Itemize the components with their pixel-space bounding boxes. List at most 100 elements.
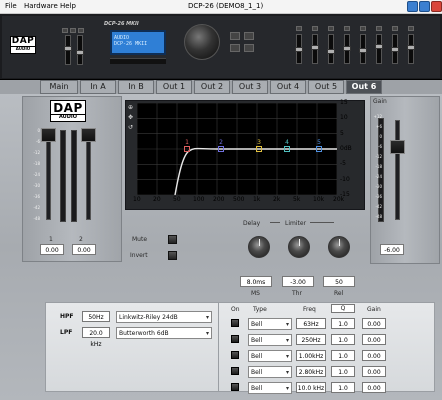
hw-button[interactable] — [344, 26, 350, 31]
hw-button[interactable] — [312, 26, 318, 31]
eq-band-frequency[interactable]: 2.80kHz — [296, 366, 326, 377]
reset-tool-icon[interactable]: ↺ — [127, 124, 134, 131]
gain-scale-label: -48 — [375, 214, 382, 219]
eq-band-type-select[interactable]: Bell ▾ — [248, 350, 292, 362]
hw-fader[interactable] — [343, 34, 351, 64]
eq-band-q[interactable]: 1.0 — [331, 334, 355, 345]
release-knob[interactable] — [328, 236, 350, 258]
eq-band-on-button[interactable] — [231, 383, 239, 391]
eq-band-type-select[interactable]: Bell ▾ — [248, 334, 292, 346]
eq-band-on-button[interactable] — [231, 367, 239, 375]
menu-hardware[interactable]: Hardware — [24, 2, 58, 10]
invert-button[interactable] — [168, 251, 177, 260]
gain-fader-track — [395, 120, 400, 220]
lpf-label: LPF — [60, 329, 73, 336]
gain-value[interactable]: -6.00 — [380, 244, 404, 255]
eq-band-gain[interactable]: 0.00 — [362, 366, 386, 377]
hw-button[interactable] — [408, 26, 414, 31]
hw-fader[interactable] — [407, 34, 415, 64]
level-meter-1 — [60, 130, 66, 222]
hw-button[interactable] — [62, 28, 68, 33]
eq-band-type-select[interactable]: Bell ▾ — [248, 318, 292, 330]
restore-icon[interactable] — [419, 1, 430, 12]
channel-1-value[interactable]: 0.00 — [40, 244, 64, 255]
tab-out-6[interactable]: Out 6 — [346, 80, 382, 94]
gain-fader-handle[interactable] — [390, 140, 405, 154]
pan-tool-icon[interactable]: ✥ — [127, 114, 134, 121]
delay-knob[interactable] — [248, 236, 270, 258]
input-fader-1-handle[interactable] — [41, 128, 56, 142]
graph-x-tick-label: 50 — [173, 196, 181, 203]
tab-in-b[interactable]: In B — [118, 80, 154, 94]
eq-band-q[interactable]: 1.0 — [331, 382, 355, 393]
eq-band-on-button[interactable] — [231, 335, 239, 343]
tab-out-3[interactable]: Out 3 — [232, 80, 268, 94]
hw-fader[interactable] — [391, 34, 399, 64]
zoom-tool-icon[interactable]: ⊕ — [127, 104, 134, 111]
hw-button[interactable] — [296, 26, 302, 31]
hw-fader[interactable] — [359, 34, 367, 64]
close-icon[interactable] — [431, 1, 442, 12]
hw-fader[interactable] — [327, 34, 335, 64]
eq-graph[interactable]: 1 2 3 4 5 — [137, 103, 337, 195]
tab-out-2[interactable]: Out 2 — [194, 80, 230, 94]
release-value[interactable]: 50 — [323, 276, 355, 287]
eq-band-on-button[interactable] — [231, 319, 239, 327]
delay-value[interactable]: 8.0ms — [240, 276, 272, 287]
menu-file[interactable]: File — [5, 2, 17, 10]
tab-out-5[interactable]: Out 5 — [308, 80, 344, 94]
eq-band-q[interactable]: 1.0 — [331, 318, 355, 329]
mute-button[interactable] — [168, 235, 177, 244]
eq-band-gain[interactable]: 0.00 — [362, 382, 386, 393]
eq-band-type-select[interactable]: Bell ▾ — [248, 366, 292, 378]
tab-in-a[interactable]: In A — [80, 80, 116, 94]
hpf-frequency[interactable]: 50Hz — [82, 311, 110, 322]
input-fader-2-handle[interactable] — [81, 128, 96, 142]
channel-2-value[interactable]: 0.00 — [72, 244, 96, 255]
hw-button[interactable] — [70, 28, 76, 33]
hw-fader[interactable] — [375, 34, 383, 64]
hw-button[interactable] — [392, 26, 398, 31]
eq-band-frequency[interactable]: 250Hz — [296, 334, 326, 345]
eq-band-gain[interactable]: 0.00 — [362, 334, 386, 345]
threshold-knob[interactable] — [288, 236, 310, 258]
eq-band-on-button[interactable] — [231, 351, 239, 359]
hw-button[interactable] — [230, 44, 240, 52]
tab-out-4[interactable]: Out 4 — [270, 80, 306, 94]
frequency-response-curve — [174, 147, 337, 195]
delay-label: Delay — [243, 220, 261, 227]
eq-band-frequency[interactable]: 1.00kHz — [296, 350, 326, 361]
hpf-type-select[interactable]: Linkwitz-Riley 24dB ▾ — [116, 311, 212, 323]
lpf-type-select[interactable]: Butterworth 6dB ▾ — [116, 327, 212, 339]
hw-button[interactable] — [376, 26, 382, 31]
eq-band-node-label: 5 — [317, 139, 321, 146]
eq-band-type-select[interactable]: Bell ▾ — [248, 382, 292, 394]
hw-button[interactable] — [78, 28, 84, 33]
tab-main[interactable]: Main — [40, 80, 78, 94]
hw-button[interactable] — [360, 26, 366, 31]
eq-header-q[interactable]: Q — [331, 304, 355, 313]
hw-fader[interactable] — [64, 35, 72, 65]
eq-band-gain[interactable]: 0.00 — [362, 318, 386, 329]
jog-wheel-knob[interactable] — [184, 24, 220, 60]
eq-band-q[interactable]: 1.0 — [331, 350, 355, 361]
hw-fader[interactable] — [76, 35, 84, 65]
eq-band-q[interactable]: 1.0 — [331, 366, 355, 377]
release-unit-label: Rel — [334, 290, 344, 297]
menu-help[interactable]: Help — [60, 2, 76, 10]
hw-button[interactable] — [244, 32, 254, 40]
hw-button[interactable] — [230, 32, 240, 40]
hw-fader[interactable] — [295, 34, 303, 64]
graph-x-tick-label: 10 — [133, 196, 141, 203]
eq-band-gain[interactable]: 0.00 — [362, 350, 386, 361]
hw-button[interactable] — [244, 44, 254, 52]
eq-band-frequency[interactable]: 10.0 kHz — [296, 382, 326, 393]
eq-band-frequency[interactable]: 63Hz — [296, 318, 326, 329]
hw-button[interactable] — [328, 26, 334, 31]
lpf-frequency[interactable]: 20.0 kHz — [82, 327, 110, 348]
threshold-value[interactable]: -3.00 — [282, 276, 314, 287]
minimize-icon[interactable] — [407, 1, 418, 12]
hw-fader[interactable] — [311, 34, 319, 64]
tab-out-1[interactable]: Out 1 — [156, 80, 192, 94]
chevron-down-icon: ▾ — [285, 369, 289, 376]
